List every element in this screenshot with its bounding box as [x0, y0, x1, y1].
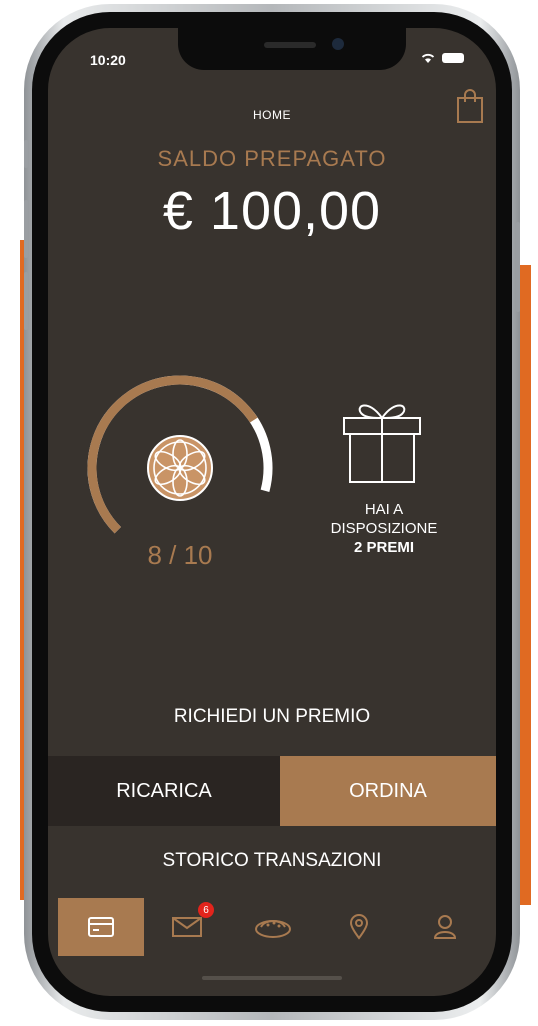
- flower-medallion-icon: [147, 435, 213, 501]
- status-time: 10:20: [90, 52, 126, 68]
- recharge-button[interactable]: RICARICA: [48, 756, 280, 826]
- app-screen: 10:20 HOME SALDO PREPAGATO € 100,00 8 / …: [48, 28, 496, 996]
- mail-icon: [172, 917, 202, 937]
- tab-card[interactable]: [58, 898, 144, 956]
- power-button: [516, 222, 520, 312]
- user-icon: [433, 915, 457, 939]
- status-icons: [420, 52, 464, 64]
- rewards-line-2: DISPOSIZIONE: [330, 520, 438, 537]
- location-pin-icon: [349, 914, 369, 940]
- silent-switch: [24, 140, 28, 168]
- tab-bar: 6: [58, 898, 488, 956]
- card-icon: [88, 917, 114, 937]
- shopping-bag-icon[interactable]: [456, 88, 484, 124]
- tab-locations[interactable]: [316, 898, 402, 956]
- loyalty-progress-label: 8 / 10: [147, 540, 213, 570]
- gift-icon: [343, 404, 421, 483]
- volume-up-button: [24, 200, 28, 258]
- balance-label: SALDO PREPAGATO: [157, 146, 387, 171]
- battery-icon: [442, 53, 464, 63]
- page-title: HOME: [253, 108, 291, 122]
- loyalty-progress-ring: [87, 375, 273, 534]
- request-reward-button[interactable]: RICHIEDI UN PREMIO: [48, 706, 496, 728]
- food-plate-icon: [255, 920, 291, 938]
- speaker-grille: [264, 42, 316, 48]
- home-indicator: [202, 976, 342, 980]
- rewards-available-text: HAI A DISPOSIZIONE 2 PREMI: [294, 500, 474, 557]
- transaction-history-button[interactable]: STORICO TRANSAZIONI: [48, 850, 496, 872]
- wifi-icon: [421, 53, 435, 63]
- volume-down-button: [24, 272, 28, 330]
- order-button[interactable]: ORDINA: [280, 756, 496, 826]
- tab-profile[interactable]: [402, 898, 488, 956]
- tab-food[interactable]: [230, 898, 316, 956]
- notch: [178, 28, 406, 70]
- action-buttons: RICARICA ORDINA: [48, 756, 496, 826]
- front-camera: [332, 38, 344, 50]
- message-count-badge: 6: [198, 902, 214, 918]
- rewards-count: 2 PREMI: [353, 539, 414, 556]
- rewards-line-1: HAI A: [364, 501, 404, 518]
- balance-value: € 100,00: [162, 181, 382, 241]
- tab-messages[interactable]: 6: [144, 898, 230, 956]
- device-mockup: 10:20 HOME SALDO PREPAGATO € 100,00 8 / …: [0, 0, 538, 1026]
